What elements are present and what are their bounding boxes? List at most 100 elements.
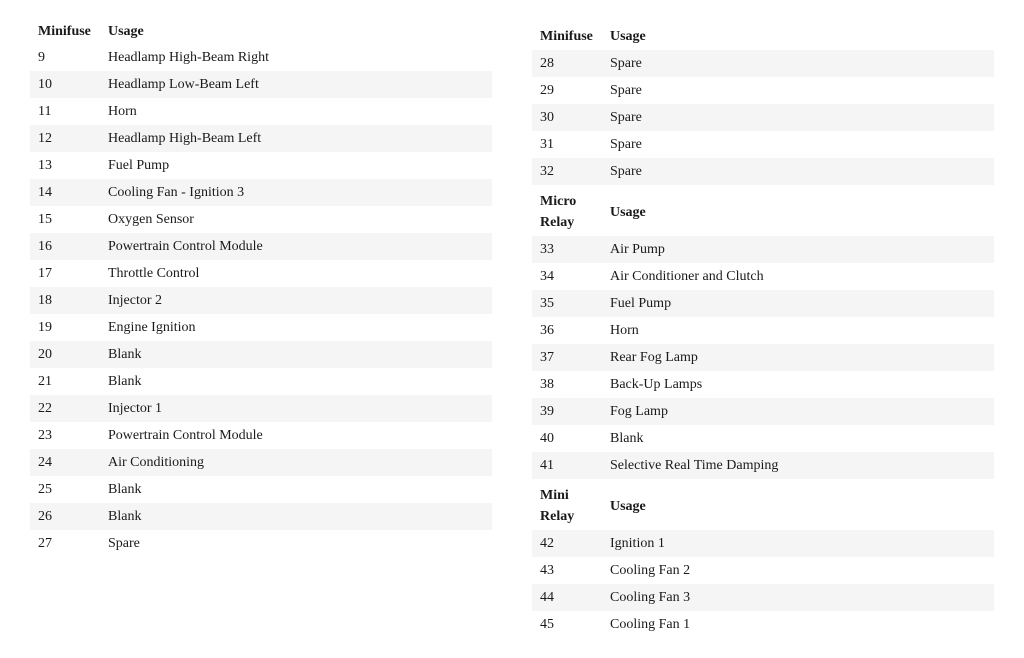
fuse-usage: Fuel Pump xyxy=(100,152,492,179)
table-row: 12 Headlamp High-Beam Left xyxy=(30,125,492,152)
fuse-number: 12 xyxy=(30,125,100,152)
fuse-number: 22 xyxy=(30,395,100,422)
fuse-usage: Air Conditioning xyxy=(100,449,492,476)
table-row: 29 Spare xyxy=(532,77,994,104)
fuse-number: 18 xyxy=(30,287,100,314)
fuse-number: 15 xyxy=(30,206,100,233)
section-header-usage: Usage xyxy=(602,479,994,530)
fuse-number: 10 xyxy=(30,71,100,98)
fuse-usage: Cooling Fan - Ignition 3 xyxy=(100,179,492,206)
table-row: 13 Fuel Pump xyxy=(30,152,492,179)
fuse-number: 42 xyxy=(532,530,602,557)
fuse-usage: Back-Up Lamps xyxy=(602,371,994,398)
tables-container: Minifuse Usage 9 Headlamp High-Beam Righ… xyxy=(30,20,994,638)
fuse-usage: Spare xyxy=(602,104,994,131)
table-row: 14 Cooling Fan - Ignition 3 xyxy=(30,179,492,206)
table-row: 42 Ignition 1 xyxy=(532,530,994,557)
table-row: 38 Back-Up Lamps xyxy=(532,371,994,398)
fuse-number: 11 xyxy=(30,98,100,125)
fuse-number: 37 xyxy=(532,344,602,371)
table-row: 34 Air Conditioner and Clutch xyxy=(532,263,994,290)
fuse-usage: Blank xyxy=(602,425,994,452)
fuse-usage: Air Conditioner and Clutch xyxy=(602,263,994,290)
fuse-usage: Blank xyxy=(100,368,492,395)
table-row: 28 Spare xyxy=(532,50,994,77)
fuse-number: 44 xyxy=(532,584,602,611)
fuse-usage: Air Pump xyxy=(602,236,994,263)
table-row: 39 Fog Lamp xyxy=(532,398,994,425)
fuse-number: 31 xyxy=(532,131,602,158)
fuse-usage: Injector 1 xyxy=(100,395,492,422)
table-row: 31 Spare xyxy=(532,131,994,158)
fuse-number: 19 xyxy=(30,314,100,341)
fuse-usage: Injector 2 xyxy=(100,287,492,314)
table-row: 9 Headlamp High-Beam Right xyxy=(30,44,492,71)
fuse-usage: Horn xyxy=(100,98,492,125)
fuse-usage: Fog Lamp xyxy=(602,398,994,425)
fuse-usage: Spare xyxy=(100,530,492,557)
fuse-number: 39 xyxy=(532,398,602,425)
table-row: 35 Fuel Pump xyxy=(532,290,994,317)
fuse-number: 16 xyxy=(30,233,100,260)
fuse-usage: Spare xyxy=(602,50,994,77)
fuse-number: 41 xyxy=(532,452,602,479)
fuse-usage: Horn xyxy=(602,317,994,344)
table-row: 37 Rear Fog Lamp xyxy=(532,344,994,371)
table-row: 32 Spare xyxy=(532,158,994,185)
fuse-number: 35 xyxy=(532,290,602,317)
fuse-usage: Selective Real Time Damping xyxy=(602,452,994,479)
fuse-usage: Engine Ignition xyxy=(100,314,492,341)
section-header: Micro Relay Usage xyxy=(532,185,994,236)
table-row: 26 Blank xyxy=(30,503,492,530)
fuse-number: 27 xyxy=(30,530,100,557)
fuse-usage: Spare xyxy=(602,158,994,185)
fuse-number: 14 xyxy=(30,179,100,206)
table-row: 10 Headlamp Low-Beam Left xyxy=(30,71,492,98)
fuse-number: 20 xyxy=(30,341,100,368)
section-header-num: Mini Relay xyxy=(532,479,602,530)
fuse-usage: Cooling Fan 1 xyxy=(602,611,994,638)
left-header-usage: Usage xyxy=(100,20,492,44)
table-row: 44 Cooling Fan 3 xyxy=(532,584,994,611)
table-row: 11 Horn xyxy=(30,98,492,125)
fuse-usage: Cooling Fan 2 xyxy=(602,557,994,584)
section-header-num: Micro Relay xyxy=(532,185,602,236)
fuse-number: 43 xyxy=(532,557,602,584)
table-row: 21 Blank xyxy=(30,368,492,395)
fuse-number: 34 xyxy=(532,263,602,290)
fuse-number: 45 xyxy=(532,611,602,638)
fuse-usage: Powertrain Control Module xyxy=(100,233,492,260)
fuse-usage: Rear Fog Lamp xyxy=(602,344,994,371)
left-table-section: Minifuse Usage 9 Headlamp High-Beam Righ… xyxy=(30,20,492,638)
fuse-usage: Headlamp High-Beam Left xyxy=(100,125,492,152)
right-table: Minifuse Usage 28 Spare 29 Spare 30 Spar… xyxy=(532,20,994,638)
section-header-num: Minifuse xyxy=(532,20,602,50)
table-row: 25 Blank xyxy=(30,476,492,503)
fuse-number: 36 xyxy=(532,317,602,344)
fuse-usage: Ignition 1 xyxy=(602,530,994,557)
table-row: 40 Blank xyxy=(532,425,994,452)
table-row: 16 Powertrain Control Module xyxy=(30,233,492,260)
section-header-usage: Usage xyxy=(602,185,994,236)
fuse-usage: Blank xyxy=(100,503,492,530)
table-row: 30 Spare xyxy=(532,104,994,131)
table-row: 23 Powertrain Control Module xyxy=(30,422,492,449)
fuse-usage: Blank xyxy=(100,476,492,503)
table-row: 45 Cooling Fan 1 xyxy=(532,611,994,638)
fuse-number: 21 xyxy=(30,368,100,395)
table-row: 15 Oxygen Sensor xyxy=(30,206,492,233)
left-header-minifuse: Minifuse xyxy=(30,20,100,44)
table-row: 18 Injector 2 xyxy=(30,287,492,314)
table-row: 22 Injector 1 xyxy=(30,395,492,422)
fuse-number: 29 xyxy=(532,77,602,104)
fuse-number: 26 xyxy=(30,503,100,530)
fuse-number: 17 xyxy=(30,260,100,287)
table-row: 20 Blank xyxy=(30,341,492,368)
section-header: Mini Relay Usage xyxy=(532,479,994,530)
fuse-usage: Throttle Control xyxy=(100,260,492,287)
table-row: 17 Throttle Control xyxy=(30,260,492,287)
section-header: Minifuse Usage xyxy=(532,20,994,50)
fuse-number: 40 xyxy=(532,425,602,452)
table-row: 41 Selective Real Time Damping xyxy=(532,452,994,479)
table-row: 36 Horn xyxy=(532,317,994,344)
